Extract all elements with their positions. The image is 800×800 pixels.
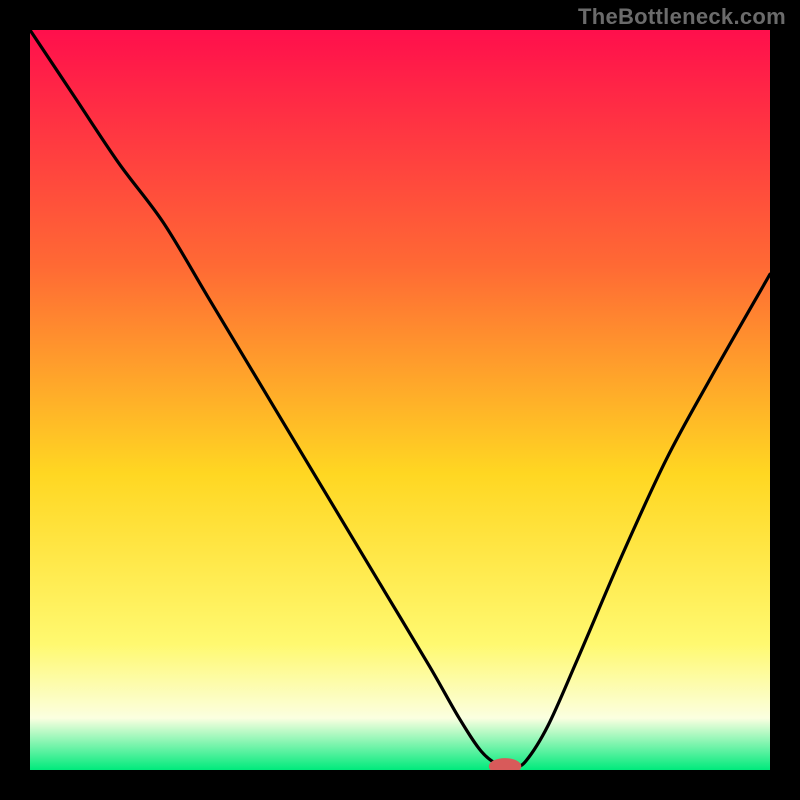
gradient-background	[30, 30, 770, 770]
plot-svg	[30, 30, 770, 770]
chart-frame: TheBottleneck.com	[0, 0, 800, 800]
plot-area	[30, 30, 770, 770]
watermark-text: TheBottleneck.com	[578, 4, 786, 30]
